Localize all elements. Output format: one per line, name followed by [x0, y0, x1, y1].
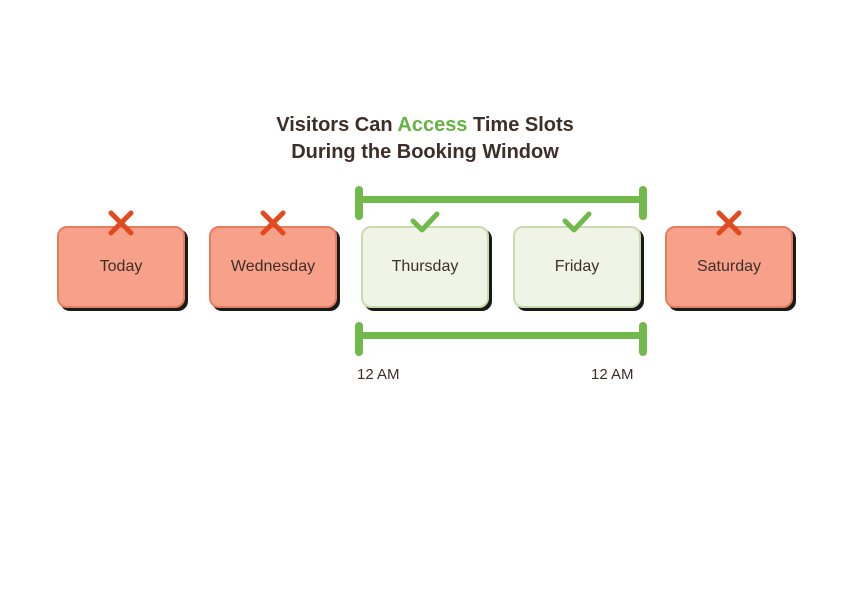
bracket-tick-right [639, 322, 647, 356]
available-status-icon [560, 208, 594, 241]
day-card-label: Thursday [392, 258, 459, 276]
booking-window-bracket-bottom [355, 322, 647, 356]
day-card-label: Today [100, 258, 143, 276]
time-label-start: 12 AM [357, 366, 400, 383]
day-card: Wednesday [209, 226, 337, 308]
check-icon [560, 208, 594, 236]
x-icon [258, 208, 288, 238]
day-card-label: Saturday [697, 258, 761, 276]
bracket-tick-left [355, 186, 363, 220]
day-card-label: Wednesday [231, 258, 315, 276]
time-label-end: 12 AM [591, 366, 634, 383]
bracket-line [359, 196, 643, 203]
unavailable-status-icon [258, 208, 288, 243]
unavailable-status-icon [106, 208, 136, 243]
check-icon [408, 208, 442, 236]
unavailable-status-icon [714, 208, 744, 243]
bracket-line [359, 332, 643, 339]
heading-part1: Visitors Can [276, 114, 397, 136]
time-labels-row: 12 AM 12 AM [35, 366, 815, 390]
diagram-heading: Visitors Can Access Time Slots During th… [245, 112, 605, 166]
day-card: Saturday [665, 226, 793, 308]
day-cards-row: Today Wednesday Thursday Friday Saturday [0, 226, 850, 308]
booking-window-diagram: Visitors Can Access Time Slots During th… [0, 0, 850, 390]
bracket-tick-right [639, 186, 647, 220]
x-icon [714, 208, 744, 238]
booking-window-bracket-top [355, 186, 647, 220]
available-status-icon [408, 208, 442, 241]
day-card: Today [57, 226, 185, 308]
day-card: Friday [513, 226, 641, 308]
day-card: Thursday [361, 226, 489, 308]
day-card-label: Friday [555, 258, 599, 276]
heading-access-word: Access [397, 114, 467, 136]
x-icon [106, 208, 136, 238]
bottom-bracket-row [35, 322, 815, 356]
bracket-tick-left [355, 322, 363, 356]
